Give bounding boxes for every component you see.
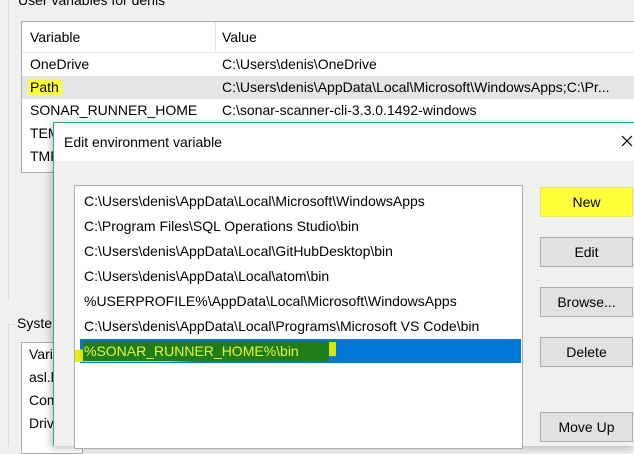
highlight-mark: Path <box>28 79 62 95</box>
path-entry-text: %SONAR_RUNNER_HOME%\bin <box>84 343 299 359</box>
list-item[interactable]: %USERPROFILE%\AppData\Local\Microsoft\Wi… <box>75 289 522 313</box>
variable-value: C:\Users\denis\AppData\Local\Microsoft\W… <box>222 79 610 95</box>
list-item[interactable]: C:\Users\denis\AppData\Local\Programs\Mi… <box>75 314 522 338</box>
user-variables-title: User variables for denis <box>16 0 168 8</box>
table-row[interactable]: OneDrive C:\Users\denis\OneDrive <box>22 53 634 76</box>
new-button[interactable]: New <box>540 187 633 217</box>
browse-button[interactable]: Browse... <box>540 287 633 317</box>
edit-button[interactable]: Edit <box>540 237 633 267</box>
selected-path-entry[interactable]: %SONAR_RUNNER_HOME%\bin <box>75 339 521 363</box>
variable-value: C:\Users\denis\OneDrive <box>222 56 377 72</box>
variable-value: C:\sonar-scanner-cli-3.3.0.1492-windows <box>222 102 477 118</box>
list-item[interactable]: C:\Users\denis\AppData\Local\GitHubDeskt… <box>75 239 522 263</box>
path-entry-text: C:\Users\denis\AppData\Local\Programs\Mi… <box>84 318 480 334</box>
delete-button[interactable]: Delete <box>540 337 633 367</box>
path-entry-text: C:\Program Files\SQL Operations Studio\b… <box>84 218 359 234</box>
variable-name: OneDrive <box>30 56 90 72</box>
list-header: Variable Value <box>22 22 634 53</box>
column-separator[interactable] <box>215 22 216 52</box>
variable-name: Path <box>28 79 62 95</box>
move-up-button[interactable]: Move Up <box>540 412 633 442</box>
edit-environment-variable-dialog: Edit environment variable C:\Users\denis… <box>53 122 634 449</box>
table-row[interactable]: Path C:\Users\denis\AppData\Local\Micros… <box>22 76 634 99</box>
path-entries-list[interactable]: C:\Users\denis\AppData\Local\Microsoft\W… <box>74 185 523 449</box>
variable-name: SONAR_RUNNER_HOME <box>30 102 198 118</box>
dialog-title: Edit environment variable <box>64 134 222 150</box>
path-entry-text: C:\Users\denis\AppData\Local\GitHubDeskt… <box>84 243 393 259</box>
table-row[interactable]: SONAR_RUNNER_HOME C:\sonar-scanner-cli-3… <box>22 99 634 122</box>
list-item[interactable]: C:\Program Files\SQL Operations Studio\b… <box>75 214 522 238</box>
column-header-variable[interactable]: Variable <box>30 29 80 45</box>
list-item[interactable]: C:\Users\denis\AppData\Local\Microsoft\W… <box>75 189 522 213</box>
close-icon[interactable] <box>619 131 633 151</box>
dialog-titlebar[interactable]: Edit environment variable <box>54 123 634 161</box>
system-variables-title: Syste <box>15 315 55 331</box>
path-entry-text: C:\Users\denis\AppData\Local\atom\bin <box>84 268 330 284</box>
path-entry-text: %USERPROFILE%\AppData\Local\Microsoft\Wi… <box>84 293 457 309</box>
list-item[interactable]: C:\Users\denis\AppData\Local\atom\bin <box>75 264 522 288</box>
column-header-value[interactable]: Value <box>222 29 257 45</box>
path-entry-text: C:\Users\denis\AppData\Local\Microsoft\W… <box>84 193 425 209</box>
